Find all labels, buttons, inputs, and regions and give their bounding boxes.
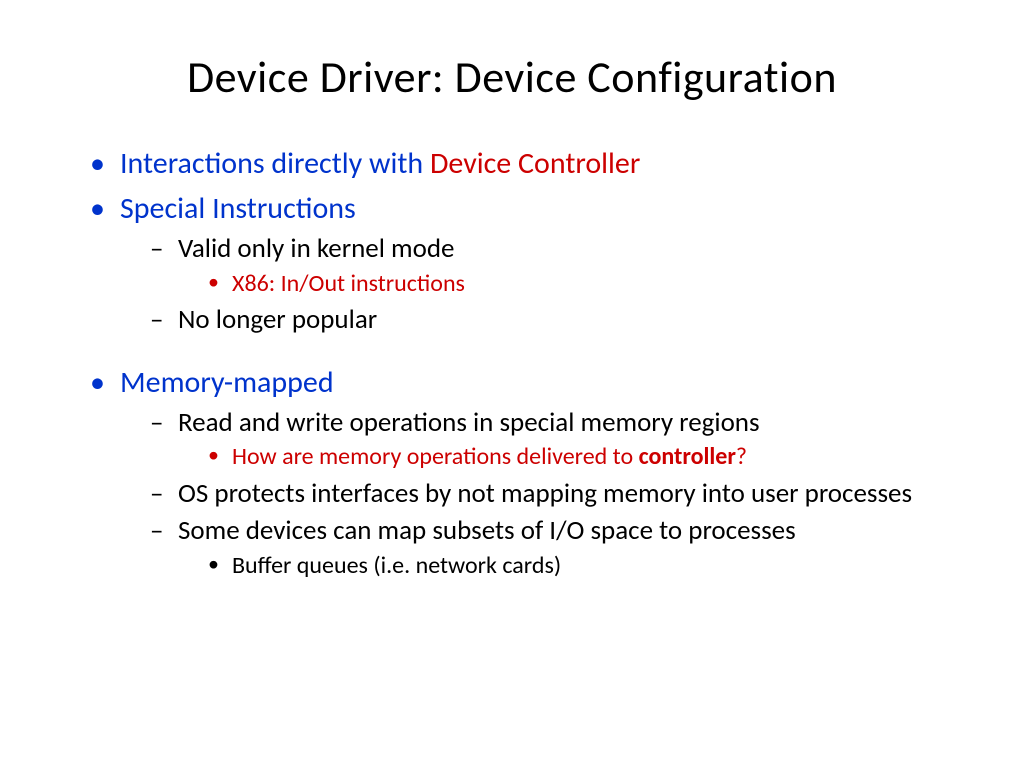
text-no-longer-popular: No longer popular <box>178 303 377 336</box>
bullet-special-instructions: Special Instructions Valid only in kerne… <box>90 189 964 337</box>
text-interactions-prefix: Interactions directly with <box>120 145 430 182</box>
bullet-valid-kernel: Valid only in kernel mode X86: In/Out in… <box>150 232 964 299</box>
text-some-devices: Some devices can map subsets of I/O spac… <box>178 514 796 547</box>
bullet-x86: X86: In/Out instructions <box>208 268 964 299</box>
bullet-memory-mapped: Memory-mapped Read and write operations … <box>90 363 964 582</box>
bullet-list-level2-a: Valid only in kernel mode X86: In/Out in… <box>120 232 964 337</box>
bullet-list-level3-a: X86: In/Out instructions <box>178 268 964 299</box>
bullet-os-protects: OS protects interfaces by not mapping me… <box>150 477 964 511</box>
text-how-prefix: How are memory operations delivered to <box>232 442 639 471</box>
slide-title: Device Driver: Device Configuration <box>60 50 964 104</box>
bullet-buffer-queues: Buffer queues (i.e. network cards) <box>208 550 964 581</box>
bullet-list-level3-b: How are memory operations delivered to c… <box>178 441 964 472</box>
text-os-protects: OS protects interfaces by not mapping me… <box>178 477 912 510</box>
text-read-write: Read and write operations in special mem… <box>178 406 760 439</box>
text-how-suffix: ? <box>736 442 747 471</box>
bullet-list-level3-c: Buffer queues (i.e. network cards) <box>178 550 964 581</box>
text-memory-mapped: Memory-mapped <box>120 364 334 401</box>
text-buffer-queues: Buffer queues (i.e. network cards) <box>232 551 561 580</box>
text-device-controller: Device Controller <box>430 145 640 182</box>
bullet-list-level2-b: Read and write operations in special mem… <box>120 406 964 582</box>
bullet-interactions: Interactions directly with Device Contro… <box>90 144 964 183</box>
bullet-read-write: Read and write operations in special mem… <box>150 406 964 473</box>
bullet-no-longer-popular: No longer popular <box>150 303 964 337</box>
text-controller-bold: controller <box>639 442 736 471</box>
bullet-how-delivered: How are memory operations delivered to c… <box>208 441 964 472</box>
slide-container: Device Driver: Device Configuration Inte… <box>0 0 1024 768</box>
text-x86: X86: In/Out instructions <box>232 269 465 298</box>
bullet-list-level1: Interactions directly with Device Contro… <box>60 144 964 581</box>
bullet-some-devices: Some devices can map subsets of I/O spac… <box>150 514 964 581</box>
text-special-instructions: Special Instructions <box>120 190 356 227</box>
text-valid-kernel: Valid only in kernel mode <box>178 232 454 265</box>
